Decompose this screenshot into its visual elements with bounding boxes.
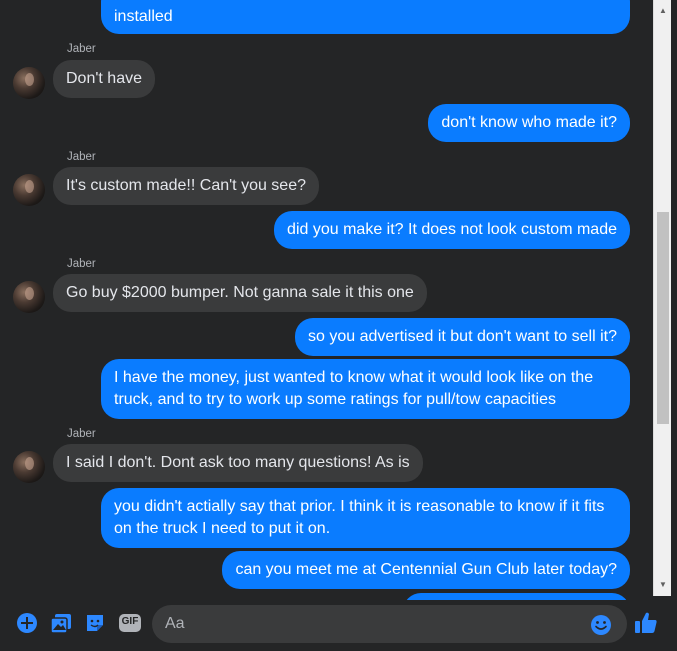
message-text: don't know who made it? bbox=[441, 114, 617, 131]
scrollbar[interactable]: ▲ ▼ bbox=[653, 0, 671, 596]
message-bubble-incoming: Go buy $2000 bumper. Not ganna sale it t… bbox=[53, 274, 427, 312]
plus-icon[interactable] bbox=[14, 610, 40, 636]
message-bubble-outgoing: you didn't actially say that prior. I th… bbox=[101, 488, 630, 548]
gif-icon[interactable]: GIF bbox=[117, 610, 143, 636]
message-bubble-outgoing: I have the money, just wanted to know wh… bbox=[101, 359, 630, 419]
thumbs-up-icon[interactable] bbox=[632, 609, 660, 637]
message-bubble-outgoing: did you make it? It does not look custom… bbox=[274, 211, 630, 249]
message-bubble-outgoing: can you meet me at Centennial Gun Club l… bbox=[222, 551, 630, 589]
sender-avatar[interactable] bbox=[13, 67, 45, 99]
sender-name: Jaber bbox=[67, 151, 96, 163]
photo-icon[interactable] bbox=[48, 610, 74, 636]
sender-avatar[interactable] bbox=[13, 451, 45, 483]
composer-bar: GIF Aa bbox=[0, 600, 677, 651]
message-bubble-incoming: It's custom made!! Can't you see? bbox=[53, 167, 319, 205]
scroll-thumb[interactable] bbox=[657, 212, 669, 424]
scroll-down-arrow[interactable]: ▼ bbox=[654, 576, 672, 593]
message-bubble-outgoing-partial bbox=[403, 593, 630, 600]
message-text: installed bbox=[114, 8, 173, 25]
sender-avatar[interactable] bbox=[13, 281, 45, 313]
sender-name: Jaber bbox=[67, 428, 96, 440]
message-input[interactable]: Aa bbox=[152, 605, 627, 643]
message-thread: installed Jaber Don't have don't know wh… bbox=[0, 0, 677, 600]
message-text: Go buy $2000 bumper. Not ganna sale it t… bbox=[66, 284, 414, 301]
scroll-up-arrow[interactable]: ▲ bbox=[654, 2, 672, 19]
message-text: did you make it? It does not look custom… bbox=[287, 221, 617, 238]
message-text: so you advertised it but don't want to s… bbox=[307, 328, 617, 345]
message-text: Don't have bbox=[66, 70, 142, 87]
sender-avatar[interactable] bbox=[13, 174, 45, 206]
sender-name: Jaber bbox=[67, 258, 96, 270]
message-bubble-outgoing: installed bbox=[101, 0, 630, 34]
sticker-icon[interactable] bbox=[82, 610, 108, 636]
message-text: It's custom made!! Can't you see? bbox=[66, 177, 306, 194]
emoji-icon[interactable] bbox=[590, 614, 612, 636]
message-text: you didn't actially say that prior. I th… bbox=[114, 498, 605, 537]
message-input-placeholder: Aa bbox=[165, 615, 185, 632]
message-bubble-outgoing: don't know who made it? bbox=[428, 104, 630, 142]
message-text: I have the money, just wanted to know wh… bbox=[114, 369, 594, 408]
message-text: can you meet me at Centennial Gun Club l… bbox=[235, 561, 617, 578]
message-bubble-outgoing: so you advertised it but don't want to s… bbox=[294, 318, 630, 356]
message-text: I said I don't. Dont ask too many questi… bbox=[66, 454, 410, 471]
message-bubble-incoming: I said I don't. Dont ask too many questi… bbox=[53, 444, 423, 482]
sender-name: Jaber bbox=[67, 43, 96, 55]
gif-label: GIF bbox=[121, 616, 139, 627]
message-bubble-incoming: Don't have bbox=[53, 60, 155, 98]
